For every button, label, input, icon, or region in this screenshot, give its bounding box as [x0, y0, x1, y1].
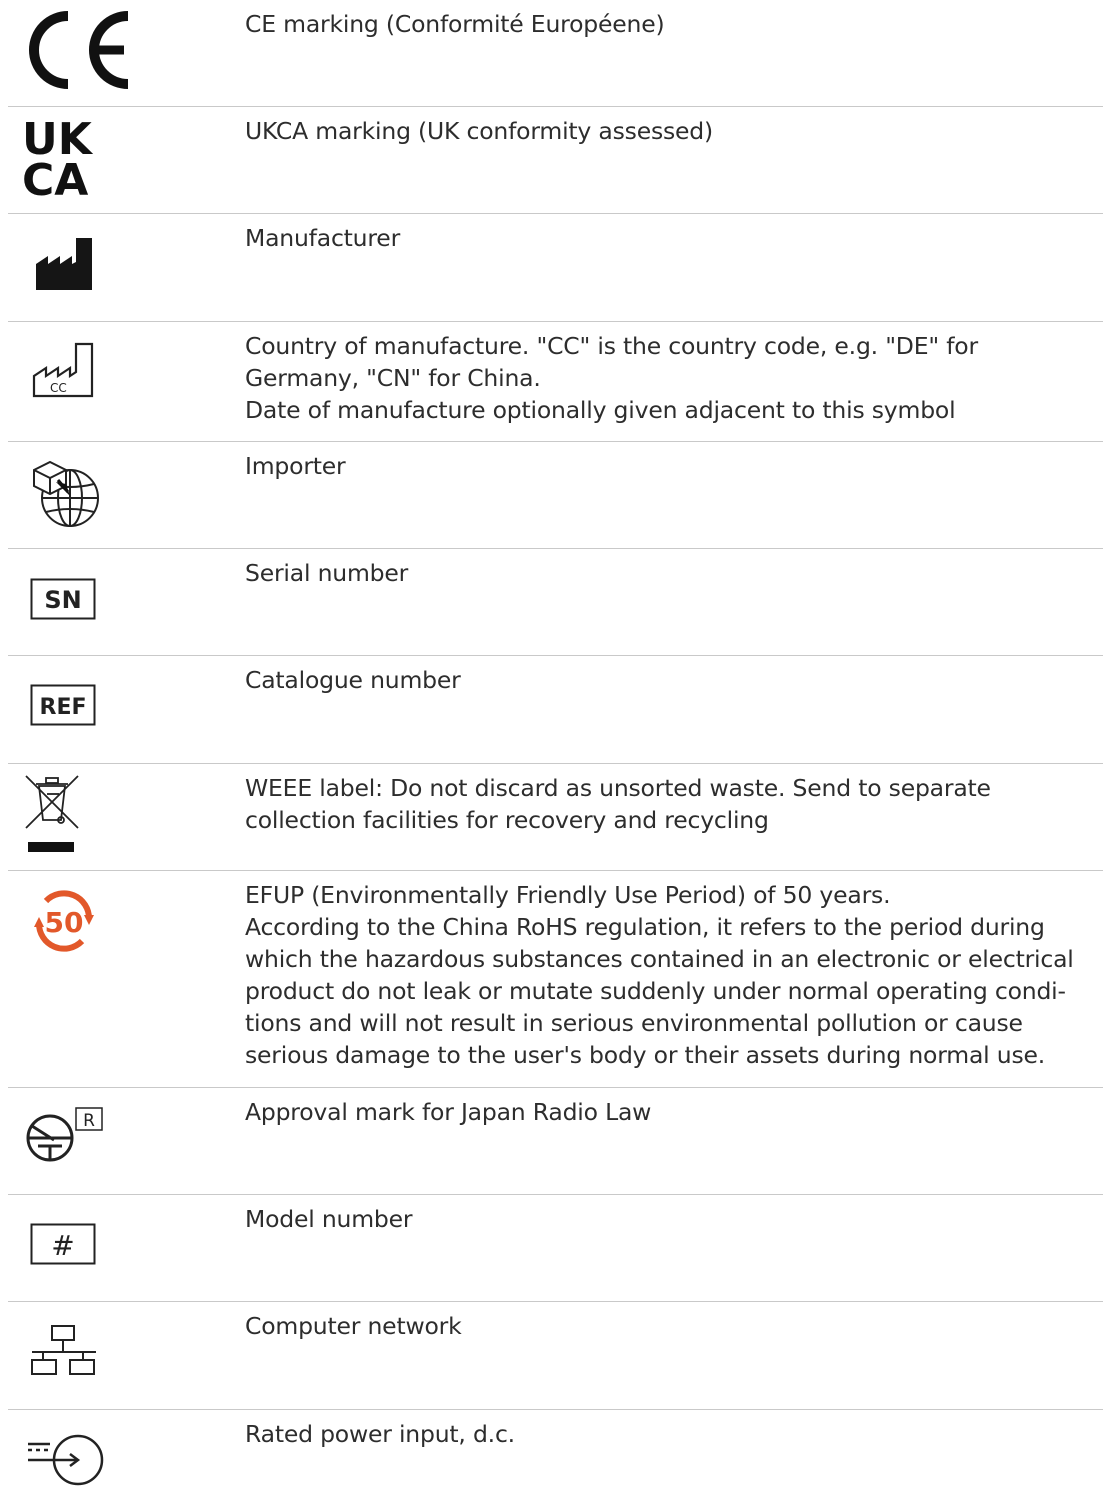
table-row: CE marking (Conformité Européene) — [8, 0, 1103, 107]
table-row: Importer — [8, 442, 1103, 549]
description-text: WEEE label: Do not discard as unsorted w… — [245, 774, 991, 834]
table-row: WEEE label: Do not discard as unsorted w… — [8, 764, 1103, 871]
row-description: Manufacturer — [245, 222, 1083, 254]
ukca-mark-icon: UK CA — [22, 117, 94, 197]
model-number-icon: # — [30, 1223, 96, 1265]
svg-text:REF: REF — [40, 695, 87, 720]
icon-cell: R — [8, 1088, 224, 1194]
weee-crossed-bin-icon — [25, 775, 79, 852]
icon-cell — [8, 0, 224, 106]
icon-cell — [8, 764, 224, 870]
table-row: Rated power input, d.c. — [8, 1410, 1103, 1509]
row-description: EFUP (Environmentally Friendly Use Perio… — [245, 879, 1083, 1071]
svg-text:SN: SN — [44, 586, 81, 614]
description-text: Computer network — [245, 1312, 462, 1340]
icon-cell: CC — [8, 322, 224, 441]
description-text: Model number — [245, 1205, 413, 1233]
icon-cell — [8, 1410, 224, 1509]
japan-radio-law-icon: R — [26, 1107, 103, 1162]
table-row: # Model number — [8, 1195, 1103, 1302]
row-description: Catalogue number — [245, 664, 1083, 696]
icon-cell: 50 — [8, 871, 224, 1087]
computer-network-icon — [31, 1325, 96, 1375]
svg-text:CC: CC — [50, 381, 67, 395]
description-text: Rated power input, d.c. — [245, 1420, 515, 1448]
description-text: Manufacturer — [245, 224, 401, 252]
efup-50-icon: 50 — [34, 890, 94, 952]
description-text: Catalogue number — [245, 666, 461, 694]
row-description: Approval mark for Japan Radio Law — [245, 1096, 1083, 1128]
importer-globe-icon — [33, 460, 99, 527]
icon-cell: # — [8, 1195, 224, 1301]
svg-text:#: # — [51, 1229, 74, 1262]
icon-cell: SN — [8, 549, 224, 655]
table-row: Manufacturer — [8, 214, 1103, 322]
catalogue-ref-icon: REF — [30, 684, 96, 726]
table-row: REF Catalogue number — [8, 656, 1103, 764]
table-row: CC Country of manufacture. "CC" is the c… — [8, 322, 1103, 442]
manufacturer-factory-icon — [36, 238, 92, 290]
table-row: Computer network — [8, 1302, 1103, 1410]
row-description: CE marking (Conformité Européene) — [245, 8, 1083, 40]
row-description: Country of manufacture. "CC" is the coun… — [245, 330, 1083, 426]
country-of-manufacture-icon: CC — [32, 342, 94, 398]
description-text: Importer — [245, 452, 346, 480]
row-description: UKCA marking (UK conformity assessed) — [245, 115, 1083, 147]
description-text: Serial number — [245, 559, 409, 587]
svg-text:50: 50 — [45, 906, 84, 939]
icon-cell — [8, 442, 224, 548]
table-row: R Approval mark for Japan Radio Law — [8, 1088, 1103, 1195]
description-text: CE marking (Conformité Européene) — [245, 10, 665, 38]
description-line: EFUP (Environmentally Friendly Use Perio… — [245, 881, 891, 909]
ce-mark-icon — [29, 11, 129, 89]
description-text: UKCA marking (UK conformity assessed) — [245, 117, 713, 145]
symbol-table: CE marking (Conformité Européene) UK CA … — [8, 0, 1103, 1509]
row-description: Model number — [245, 1203, 1083, 1235]
icon-cell: REF — [8, 656, 224, 763]
serial-number-icon: SN — [30, 578, 96, 620]
icon-cell — [8, 214, 224, 321]
dc-power-input-icon — [28, 1434, 104, 1486]
description-line: Date of manufacture optionally given adj… — [245, 396, 956, 424]
table-row: 50 EFUP (Environmentally Friendly Use Pe… — [8, 871, 1103, 1088]
table-row: SN Serial number — [8, 549, 1103, 656]
row-description: WEEE label: Do not discard as unsorted w… — [245, 772, 1083, 836]
description-line: Country of manufacture. "CC" is the coun… — [245, 332, 978, 392]
icon-cell — [8, 1302, 224, 1409]
table-row: UK CA UKCA marking (UK conformity assess… — [8, 107, 1103, 214]
svg-text:R: R — [83, 1111, 95, 1131]
description-text: Approval mark for Japan Radio Law — [245, 1098, 652, 1126]
row-description: Computer network — [245, 1310, 1083, 1342]
svg-text:CA: CA — [22, 155, 88, 197]
row-description: Importer — [245, 450, 1083, 482]
row-description: Serial number — [245, 557, 1083, 589]
row-description: Rated power input, d.c. — [245, 1418, 1083, 1450]
icon-cell: UK CA — [8, 107, 224, 213]
description-line: According to the China RoHS regulation, … — [245, 913, 1074, 1069]
